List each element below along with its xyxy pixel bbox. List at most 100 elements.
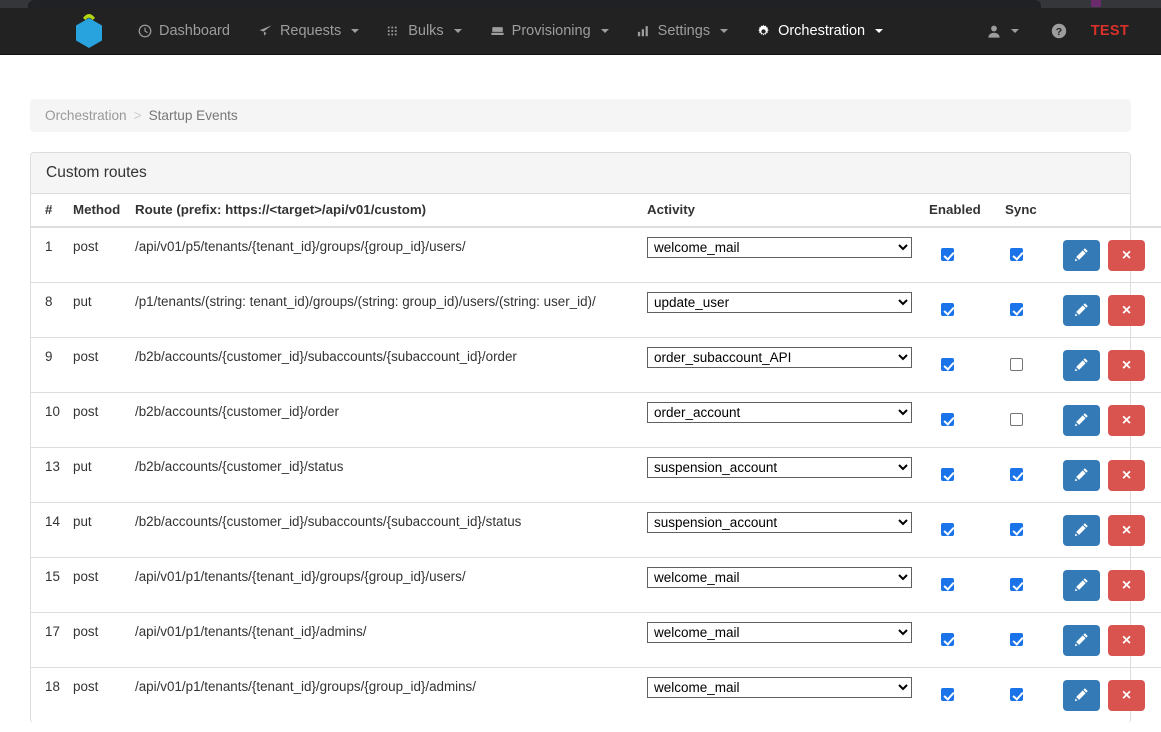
cell-enabled [921,282,997,338]
nav-item-dashboard[interactable]: Dashboard [124,8,244,55]
cell-num: 8 [31,282,65,338]
enabled-checkbox[interactable] [941,688,954,701]
breadcrumb-item-orchestration[interactable]: Orchestration [45,108,127,123]
brand-logo[interactable] [60,9,118,54]
edit-route-button[interactable] [1063,240,1100,271]
activity-select[interactable]: welcome_mail [647,622,912,643]
sync-checkbox[interactable] [1010,633,1023,646]
enabled-checkbox[interactable] [941,468,954,481]
edit-route-button[interactable] [1063,350,1100,381]
cell-actions: × [1055,667,1161,723]
server-icon [490,24,505,38]
chevron-down-icon [600,29,609,33]
user-menu[interactable] [971,8,1035,55]
close-x-icon: × [1121,576,1132,594]
close-x-icon: × [1121,521,1132,539]
activity-select[interactable]: order_account [647,402,912,423]
column-header-num: # [31,194,65,228]
cell-num: 17 [31,612,65,668]
breadcrumb: Orchestration > Startup Events [30,99,1131,132]
cell-route: /b2b/accounts/{customer_id}/subaccounts/… [127,502,639,558]
breadcrumb-separator: > [133,108,142,123]
nav-item-bulks[interactable]: Bulks [373,8,475,55]
edit-route-button[interactable] [1063,460,1100,491]
enabled-checkbox[interactable] [941,633,954,646]
edit-route-button[interactable] [1063,405,1100,436]
edit-route-button[interactable] [1063,680,1100,711]
sync-checkbox[interactable] [1010,303,1023,316]
edit-route-button[interactable] [1063,515,1100,546]
column-header-route: Route (prefix: https://<target>/api/v01/… [127,194,639,228]
close-x-icon: × [1121,631,1132,649]
cell-actions: × [1055,392,1161,448]
top-navbar: Dashboard Requests Bulks Provisioning Se… [0,8,1161,55]
enabled-checkbox[interactable] [941,358,954,371]
enabled-checkbox[interactable] [941,578,954,591]
cell-route: /api/v01/p1/tenants/{tenant_id}/groups/{… [127,667,639,723]
delete-route-button[interactable]: × [1108,680,1145,711]
activity-select[interactable]: suspension_account [647,512,912,533]
delete-route-button[interactable]: × [1108,405,1145,436]
sync-checkbox[interactable] [1010,578,1023,591]
activity-select[interactable]: welcome_mail [647,677,912,698]
delete-route-button[interactable]: × [1108,240,1145,271]
row-action-buttons: × [1063,624,1157,656]
edit-route-button[interactable] [1063,625,1100,656]
enabled-checkbox[interactable] [941,413,954,426]
sync-checkbox[interactable] [1010,413,1023,426]
cell-route: /b2b/accounts/{customer_id}/status [127,447,639,503]
delete-route-button[interactable]: × [1108,515,1145,546]
close-x-icon: × [1121,246,1132,264]
cell-route: /p1/tenants/(string: tenant_id)/groups/(… [127,282,639,338]
delete-route-button[interactable]: × [1108,625,1145,656]
nav-item-label: Provisioning [511,22,591,39]
cell-num: 18 [31,667,65,723]
activity-select[interactable]: welcome_mail [647,237,912,258]
cell-enabled [921,557,997,613]
pencil-icon [1074,522,1089,540]
cell-enabled [921,502,997,558]
activity-select[interactable]: order_subaccount_API [647,347,912,368]
delete-route-button[interactable]: × [1108,460,1145,491]
nav-item-orchestration[interactable]: Orchestration [742,8,897,55]
help-button[interactable]: ? [1035,8,1083,55]
cell-actions: × [1055,612,1161,668]
sync-checkbox[interactable] [1010,688,1023,701]
nav-item-label: Orchestration [778,22,866,39]
custom-routes-panel: Custom routes # Method Route (prefix: ht… [30,152,1161,723]
cell-activity: update_user [639,282,921,338]
enabled-checkbox[interactable] [941,248,954,261]
row-action-buttons: × [1063,294,1157,326]
enabled-checkbox[interactable] [941,303,954,316]
edit-route-button[interactable] [1063,570,1100,601]
cell-num: 9 [31,337,65,393]
activity-select[interactable]: welcome_mail [647,567,912,588]
cell-num: 13 [31,447,65,503]
gear-icon [756,24,771,39]
nav-item-provisioning[interactable]: Provisioning [476,8,623,55]
sync-checkbox[interactable] [1010,358,1023,371]
nav-item-label: Dashboard [159,22,230,39]
column-header-sync: Sync [997,194,1055,228]
cell-method: put [65,502,127,558]
activity-select[interactable]: update_user [647,292,912,313]
close-x-icon: × [1121,301,1132,319]
pencil-icon [1074,357,1089,375]
delete-route-button[interactable]: × [1108,570,1145,601]
pencil-icon [1074,632,1089,650]
environment-badge[interactable]: TEST [1083,23,1147,39]
cell-enabled [921,447,997,503]
cell-method: post [65,337,127,393]
chevron-down-icon [720,29,729,33]
nav-item-settings[interactable]: Settings [623,8,742,55]
enabled-checkbox[interactable] [941,523,954,536]
delete-route-button[interactable]: × [1108,295,1145,326]
sync-checkbox[interactable] [1010,523,1023,536]
edit-route-button[interactable] [1063,295,1100,326]
nav-item-requests[interactable]: Requests [244,8,373,55]
sync-checkbox[interactable] [1010,468,1023,481]
sync-checkbox[interactable] [1010,248,1023,261]
activity-select[interactable]: suspension_account [647,457,912,478]
cell-activity: order_subaccount_API [639,337,921,393]
delete-route-button[interactable]: × [1108,350,1145,381]
